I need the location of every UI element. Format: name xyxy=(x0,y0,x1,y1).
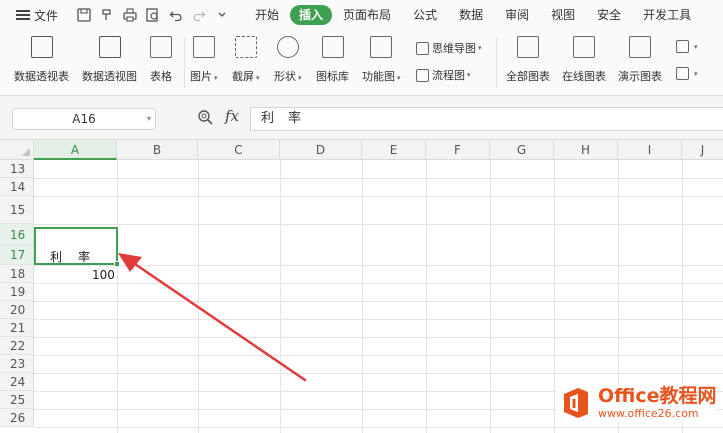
online-chart-button[interactable]: 在线图表 xyxy=(562,36,606,84)
watermark: Office教程网 www.office26.com xyxy=(556,384,717,422)
mindmap-icon xyxy=(416,41,429,55)
formula-bar: A16 ▾ fx 利率 xyxy=(0,96,723,140)
watermark-url: www.office26.com xyxy=(598,407,699,420)
name-box-value: A16 xyxy=(72,112,96,126)
bar-chart-icon xyxy=(676,40,689,53)
function-chart-button[interactable]: 功能图 ▾ xyxy=(362,36,401,84)
shapes-button[interactable]: 形状 ▾ xyxy=(274,36,302,84)
table-button[interactable]: 表格 xyxy=(150,36,172,84)
formula-input[interactable]: 利率 xyxy=(250,107,723,131)
save-icon[interactable] xyxy=(76,7,92,23)
pivot-chart-label: 数据透视图 xyxy=(82,70,137,83)
hamburger-icon xyxy=(16,10,30,20)
screenshot-label: 截屏 ▾ xyxy=(232,70,260,83)
shapes-icon xyxy=(276,36,299,58)
redo-icon[interactable] xyxy=(191,7,207,23)
bar-chart-button[interactable]: ▾ xyxy=(676,40,698,53)
screenshot-icon xyxy=(234,36,257,58)
online-chart-label: 在线图表 xyxy=(562,70,606,83)
ribbon-tabs: 开始 插入 页面布局 公式 数据 审阅 视图 安全 开发工具 xyxy=(244,5,702,25)
watermark-title: Office教程网 xyxy=(598,385,717,407)
tab-formulas[interactable]: 公式 xyxy=(402,5,448,25)
undo-icon[interactable] xyxy=(168,7,184,23)
picture-label: 图片 ▾ xyxy=(190,70,218,83)
mindmap-label: 思维导图 xyxy=(432,42,476,55)
pivot-chart-button[interactable]: 数据透视图 xyxy=(82,36,137,84)
tab-security[interactable]: 安全 xyxy=(586,5,632,25)
print-icon[interactable] xyxy=(122,7,138,23)
zoom-search-icon[interactable] xyxy=(197,109,213,129)
picture-button[interactable]: 图片 ▾ xyxy=(190,36,218,84)
pivot-table-button[interactable]: 数据透视表 xyxy=(14,36,69,84)
mindmap-button[interactable]: 思维导图 ▾ xyxy=(416,40,482,56)
fx-icon[interactable]: fx xyxy=(225,107,239,125)
online-chart-icon xyxy=(573,36,595,58)
chevron-down-icon[interactable]: ▾ xyxy=(147,109,151,129)
file-menu-label: 文件 xyxy=(34,8,59,23)
file-menu[interactable]: 文件 xyxy=(0,0,58,30)
ribbon-separator xyxy=(496,38,497,88)
tab-view[interactable]: 视图 xyxy=(540,5,586,25)
picture-icon xyxy=(192,36,215,58)
flowchart-icon xyxy=(416,68,429,82)
mail-chart-button[interactable]: ▾ xyxy=(676,67,698,80)
icon-library-button[interactable]: 图标库 xyxy=(316,36,349,84)
tab-insert[interactable]: 插入 xyxy=(290,5,333,25)
quick-access-toolbar xyxy=(76,7,230,23)
tab-review[interactable]: 审阅 xyxy=(494,5,540,25)
flowchart-button[interactable]: 流程图 ▾ xyxy=(416,67,471,83)
tab-developer[interactable]: 开发工具 xyxy=(632,5,702,25)
function-chart-icon xyxy=(370,36,393,58)
table-label: 表格 xyxy=(150,70,172,83)
name-box[interactable]: A16 ▾ xyxy=(12,108,156,130)
pivot-table-label: 数据透视表 xyxy=(14,70,69,83)
menu-bar: 文件 开始 插入 页面布局 公式 数据 审阅 视图 安全 开发工具 xyxy=(0,0,723,30)
tab-data[interactable]: 数据 xyxy=(448,5,494,25)
function-chart-label: 功能图 ▾ xyxy=(362,70,401,83)
pivot-table-icon xyxy=(30,36,53,58)
ribbon-separator xyxy=(184,38,185,88)
all-charts-icon xyxy=(517,36,539,58)
pivot-chart-icon xyxy=(98,36,121,58)
envelope-icon xyxy=(676,67,689,80)
screenshot-button[interactable]: 截屏 ▾ xyxy=(232,36,260,84)
all-charts-button[interactable]: 全部图表 xyxy=(506,36,550,84)
ribbon: 数据透视表 数据透视图 表格 图片 ▾ 截屏 ▾ 形状 ▾ 图标库 功能图 ▾ 思维导图… xyxy=(0,30,723,96)
customize-toolbar-icon[interactable] xyxy=(214,7,230,23)
table-icon xyxy=(150,36,172,58)
print-preview-icon[interactable] xyxy=(145,7,161,23)
icon-library-icon xyxy=(321,36,344,58)
tab-page-layout[interactable]: 页面布局 xyxy=(332,5,402,25)
icon-library-label: 图标库 xyxy=(316,70,349,83)
shapes-label: 形状 ▾ xyxy=(274,70,302,83)
demo-chart-button[interactable]: 演示图表 xyxy=(618,36,662,84)
office-logo-icon xyxy=(564,388,588,418)
all-charts-label: 全部图表 xyxy=(506,70,550,83)
flowchart-label: 流程图 xyxy=(432,69,465,82)
demo-chart-label: 演示图表 xyxy=(618,70,662,83)
tab-home[interactable]: 开始 xyxy=(244,5,290,25)
demo-chart-icon xyxy=(629,36,651,58)
format-painter-icon[interactable] xyxy=(99,7,115,23)
